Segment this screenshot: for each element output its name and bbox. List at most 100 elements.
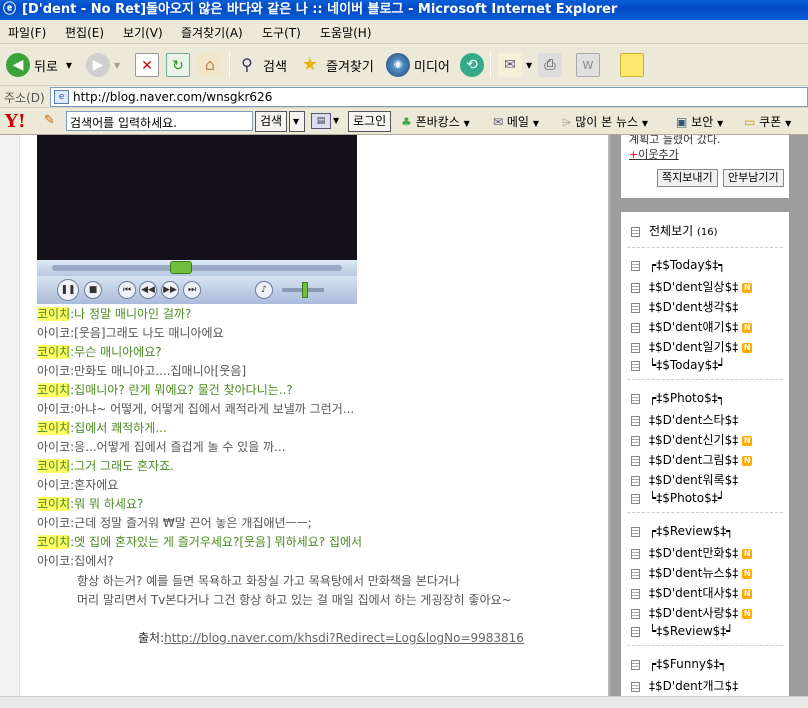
back-label: 뒤로 — [34, 59, 58, 75]
security-item[interactable]: ▣ 보안 ▼ — [676, 113, 723, 130]
category-item[interactable]: ┕‡$Review$‡┙ — [631, 624, 734, 638]
address-url[interactable]: http://blog.naver.com/wnsgkr626 — [73, 90, 272, 104]
coupon-item[interactable]: ▭ 쿠폰 ▼ — [744, 113, 791, 130]
category-item[interactable]: ‡$D'dent신기$‡ N — [631, 431, 753, 448]
mail-item[interactable]: ✉ 메일 ▼ — [493, 113, 539, 130]
edit-button[interactable]: W — [576, 51, 604, 79]
category-item[interactable]: ┍‡$Review$‡┑ — [631, 524, 734, 538]
layout-icon[interactable]: ▤ — [311, 113, 331, 129]
dialogue-line: 코이치:그거 그래도 혼자죠. — [37, 457, 174, 474]
print-button[interactable]: ⎙ — [538, 51, 566, 79]
media-label: 미디어 — [414, 59, 450, 75]
category-item[interactable]: ‡$D'dent그림$‡ N — [631, 451, 753, 468]
category-label: ‡$D'dent사랑$‡ — [649, 606, 739, 620]
phone-vacation-item[interactable]: ♣ 폰바캉스 ▼ — [401, 113, 470, 130]
category-item[interactable]: ‡$D'dent개그$‡ — [631, 677, 738, 694]
yahoo-search-input[interactable]: 검색어를 입력하세요. — [66, 111, 253, 131]
new-badge: N — [742, 322, 753, 333]
menu-file[interactable]: 파일(F) — [8, 24, 46, 41]
category-item[interactable]: ‡$D'dent얘기$‡ N — [631, 318, 753, 335]
discuss-button[interactable] — [620, 51, 648, 79]
speaker-name: 아이코 — [37, 364, 71, 378]
seek-thumb[interactable] — [170, 261, 192, 274]
category-item[interactable]: ┍‡$Photo$‡┑ — [631, 391, 725, 405]
list-icon — [631, 322, 640, 333]
category-label: ┕‡$Photo$‡┙ — [649, 491, 725, 505]
menu-tools[interactable]: 도구(T) — [262, 24, 301, 41]
category-item[interactable]: ‡$D'dent워록$‡ — [631, 471, 738, 488]
history-button[interactable]: ⟲ — [460, 51, 488, 79]
leave-greeting-button[interactable]: 안부남기기 — [723, 169, 784, 187]
dialogue-line: 코이치:엣 집에 혼자있는 게 즐거우세요?[웃음] 뭐하세요? 집에서 — [37, 533, 362, 550]
list-icon — [631, 626, 640, 637]
menu-help[interactable]: 도움말(H) — [320, 24, 372, 41]
tag-icon: ⌲ — [562, 115, 572, 129]
new-badge: N — [742, 282, 753, 293]
address-field[interactable]: e http://blog.naver.com/wnsgkr626 — [50, 87, 808, 107]
category-item[interactable]: ‡$D'dent스타$‡ — [631, 411, 738, 428]
seek-bar[interactable] — [37, 260, 357, 276]
yahoo-login-button[interactable]: 로그인 — [348, 111, 392, 132]
category-item[interactable]: ‡$D'dent사랑$‡ N — [631, 604, 753, 621]
add-neighbor-label: 이웃추가 — [638, 148, 679, 161]
back-button[interactable]: ◀ 뒤로 ▼ — [6, 51, 72, 79]
category-all[interactable]: 전체보기 (16) — [631, 222, 718, 239]
send-message-button[interactable]: 쪽지보내기 — [657, 169, 718, 187]
player-controls: ❚❚ ■ ⏮ ◀◀ ▶▶ ⏭ ♪ — [37, 276, 357, 304]
category-item[interactable]: ‡$D'dent생각$‡ — [631, 298, 738, 315]
mute-speaker-icon[interactable]: ♪ — [255, 281, 273, 299]
category-item[interactable]: ┍‡$Funny$‡┑ — [631, 657, 727, 671]
refresh-button[interactable]: ↻ — [166, 51, 194, 79]
media-button[interactable]: ◉ 미디어 — [386, 51, 450, 79]
rewind-icon[interactable]: ◀◀ — [139, 281, 157, 299]
tree-icon: ♣ — [401, 115, 412, 129]
category-item[interactable]: ‡$D'dent만화$‡ N — [631, 544, 753, 561]
envelope-icon: ✉ — [493, 115, 504, 129]
dialogue-line: 코이치:무슨 매니아에요? — [37, 343, 162, 360]
speaker-name: 아이코 — [37, 440, 71, 454]
category-item[interactable]: ‡$D'dent일상$‡ N — [631, 278, 753, 295]
previous-icon[interactable]: ⏮ — [118, 281, 136, 299]
stop-icon[interactable]: ■ — [84, 281, 102, 299]
category-item[interactable]: ‡$D'dent대사$‡ N — [631, 584, 753, 601]
chevron-down-icon: ▼ — [114, 60, 121, 70]
list-icon — [631, 360, 640, 371]
category-item[interactable]: ‡$D'dent일기$‡ N — [631, 338, 753, 355]
seek-track — [52, 265, 342, 271]
list-icon — [631, 681, 640, 692]
home-button[interactable]: ⌂ — [198, 51, 226, 79]
category-item[interactable]: ┕‡$Photo$‡┙ — [631, 491, 725, 505]
video-player-screen[interactable] — [37, 135, 357, 260]
mail-button[interactable]: ✉ ▼ — [498, 51, 532, 79]
yahoo-logo-icon[interactable]: Y! — [5, 111, 26, 132]
chevron-down-icon[interactable]: ▼ — [333, 116, 339, 125]
stop-button[interactable]: ✕ — [135, 51, 163, 79]
category-label: ┍‡$Funny$‡┑ — [649, 657, 727, 671]
profile-box: 계획고 들렸어 갔다. +이웃추가 쪽지보내기 안부남기기 — [620, 135, 790, 199]
pencil-icon[interactable]: ✎ — [44, 113, 55, 128]
add-neighbor-link[interactable]: +이웃추가 — [629, 146, 679, 162]
source-link[interactable]: http://blog.naver.com/khsdi?Redirect=Log… — [164, 631, 524, 645]
next-icon[interactable]: ⏭ — [183, 281, 201, 299]
menu-view[interactable]: 보기(V) — [123, 24, 163, 41]
menu-favorites[interactable]: 즐겨찾기(A) — [181, 24, 243, 41]
volume-thumb[interactable] — [302, 282, 308, 298]
category-item[interactable]: ┕‡$Today$‡┙ — [631, 358, 725, 372]
horizontal-scrollbar[interactable] — [0, 696, 808, 708]
category-item[interactable]: ┍‡$Today$‡┑ — [631, 258, 725, 272]
chevron-down-icon[interactable]: ▼ — [289, 111, 305, 132]
dialogue-line: 아이코:근데 정말 즐거워 ₩말 끈어 놓은 개집애년ㅡㅡ; — [37, 514, 312, 531]
fast-forward-icon[interactable]: ▶▶ — [161, 281, 179, 299]
stop-icon: ✕ — [135, 53, 159, 77]
yahoo-search-button[interactable]: 검색 — [255, 111, 288, 132]
favorites-button[interactable]: ★ 즐겨찾기 — [298, 51, 374, 79]
category-label: ‡$D'dent만화$‡ — [649, 546, 739, 560]
forward-button[interactable]: ▶ ▼ — [86, 51, 120, 79]
category-item[interactable]: ‡$D'dent뉴스$‡ N — [631, 564, 753, 581]
search-button[interactable]: ⚲ 검색 — [235, 51, 287, 79]
menu-edit[interactable]: 편집(E) — [65, 24, 104, 41]
top-news-item[interactable]: ⌲ 많이 본 뉴스 ▼ — [562, 113, 648, 130]
pause-icon[interactable]: ❚❚ — [57, 279, 79, 301]
home-icon: ⌂ — [198, 53, 222, 77]
chevron-down-icon: ▼ — [785, 119, 792, 128]
